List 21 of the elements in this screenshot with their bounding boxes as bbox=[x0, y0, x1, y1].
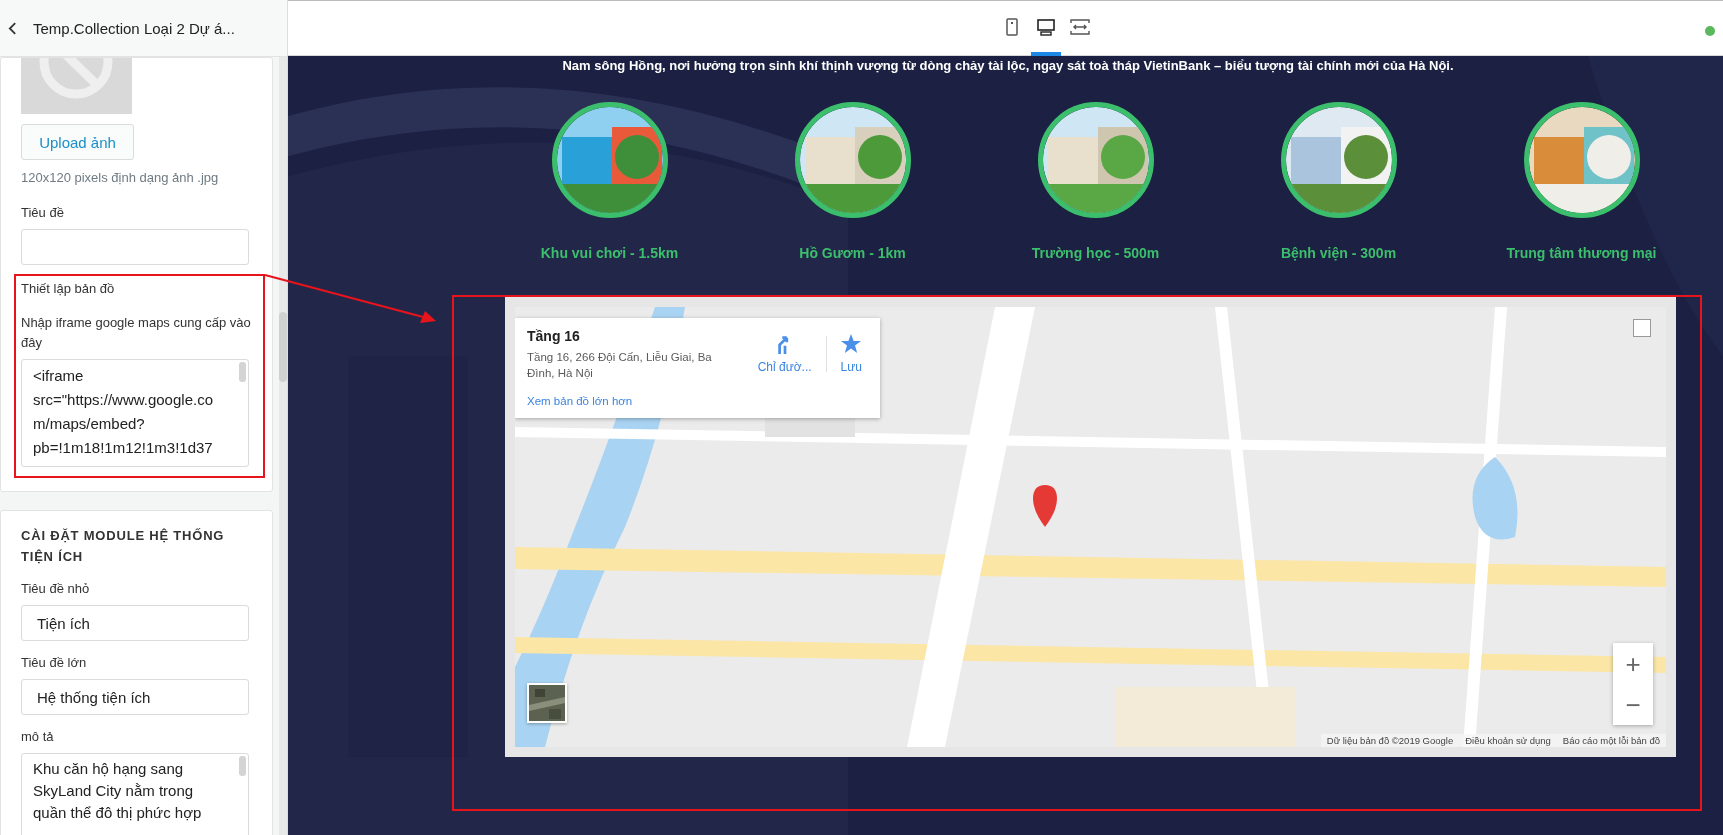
field-label: Tiêu đề lớn bbox=[21, 654, 88, 672]
field-label: mô tả bbox=[21, 728, 55, 746]
back-icon[interactable] bbox=[8, 21, 17, 35]
upload-hint: 120x120 pixels định dạng ảnh .jpg bbox=[21, 170, 220, 185]
section-heading: CÀI ĐẶT MODULE HỆ THỐNG TIỆN ÍCH bbox=[21, 527, 226, 566]
text-field[interactable]: Tiện ích bbox=[21, 605, 249, 641]
text-field[interactable]: Hệ thống tiện ích bbox=[21, 679, 249, 715]
status-dot-icon bbox=[1705, 26, 1715, 36]
iframe-code-field[interactable]: <iframe src="https://www.google.com/maps/embed?pb=!1m18!1m12!1m3!1d37 bbox=[21, 359, 249, 467]
panel-title: Temp.Collection Loại 2 Dự á... bbox=[33, 19, 235, 37]
phone-icon bbox=[1005, 17, 1018, 36]
title-field[interactable] bbox=[21, 229, 249, 265]
field-label: Tiêu đề bbox=[21, 204, 65, 222]
field-label: Nhập iframe google maps cung cấp vào đây bbox=[21, 314, 252, 352]
description-field[interactable]: Khu căn hộ hạng sang SkyLand City nằm trong quần thể đô thị phức hợp bbox=[21, 753, 249, 835]
section-label: Thiết lập bản đồ bbox=[21, 280, 116, 298]
expand-width-icon bbox=[1069, 18, 1090, 35]
field-label: Tiêu đề nhỏ bbox=[21, 580, 91, 598]
upload-button[interactable]: Upload ảnh bbox=[21, 124, 134, 160]
monitor-icon bbox=[1036, 17, 1055, 36]
scrollbar[interactable] bbox=[279, 57, 287, 835]
